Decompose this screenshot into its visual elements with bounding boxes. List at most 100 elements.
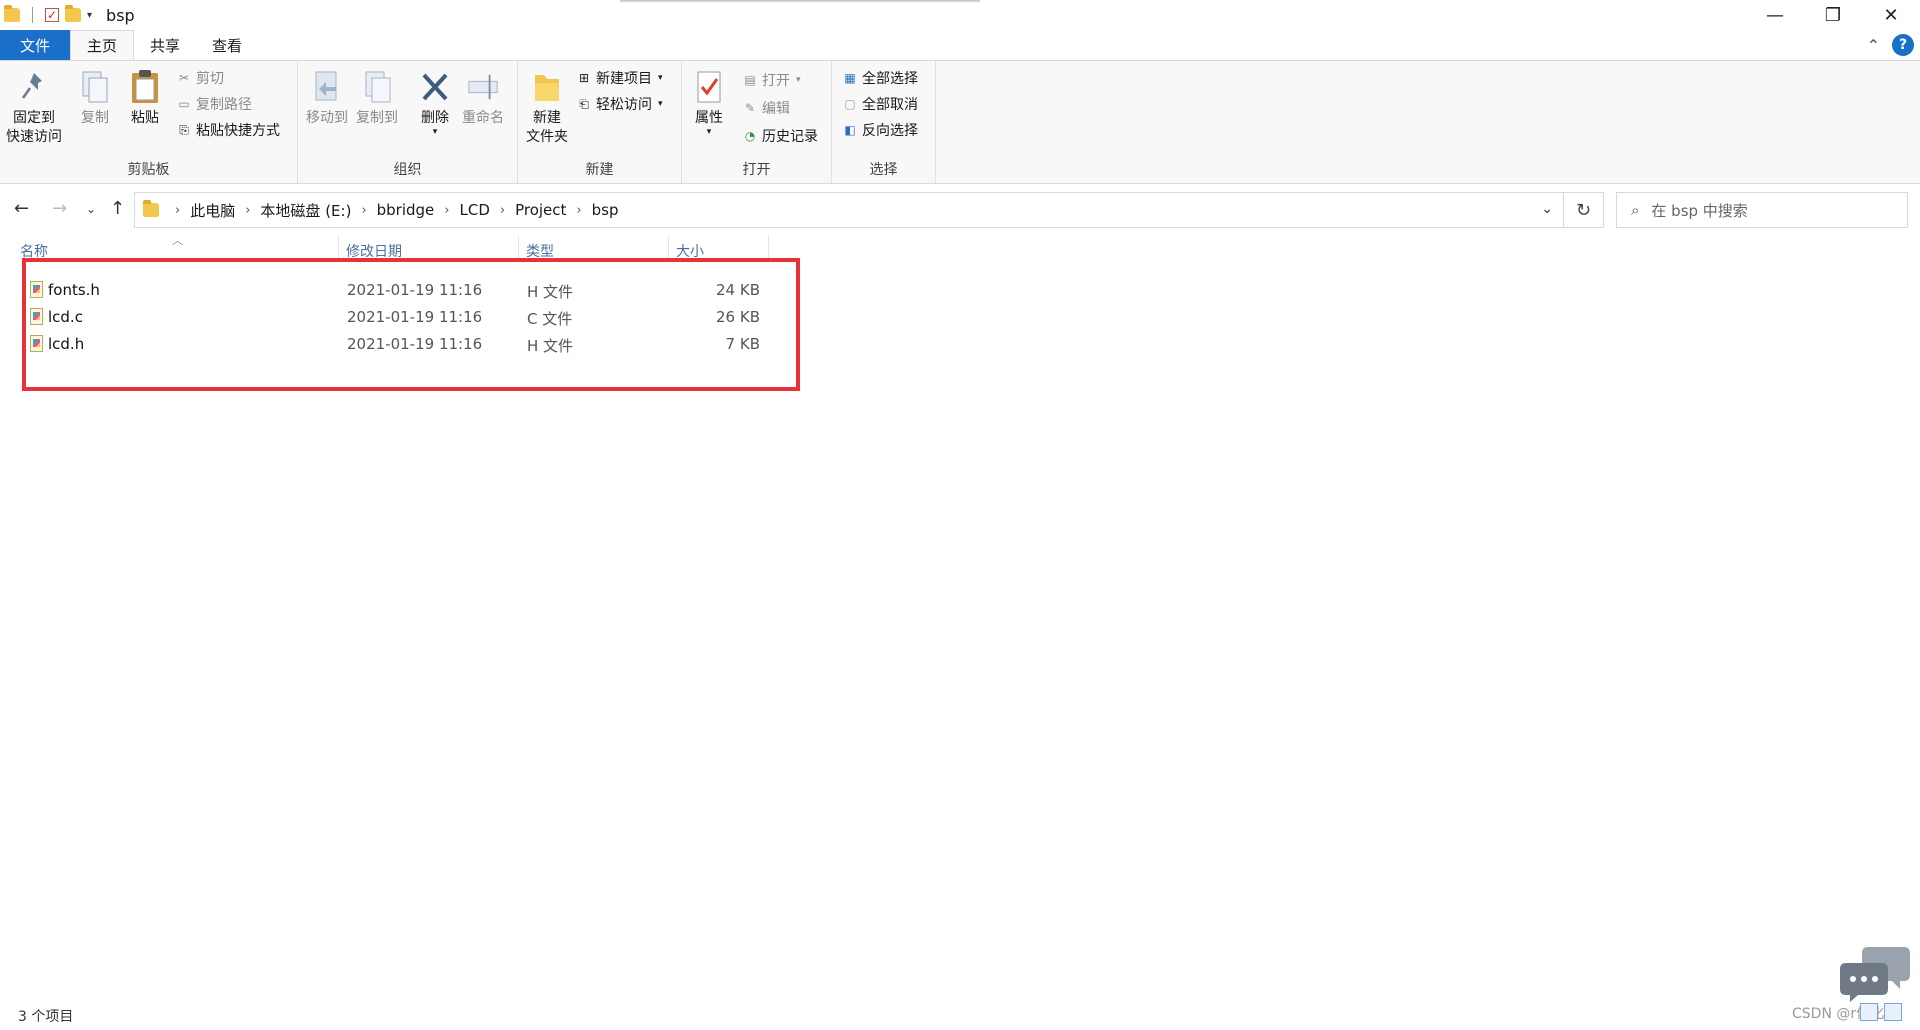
customize-quick-access-icon[interactable]: ▾ — [87, 10, 92, 21]
breadcrumb-bbridge[interactable]: bbridge — [377, 201, 435, 219]
breadcrumb-lcd[interactable]: LCD — [460, 201, 490, 219]
paste-shortcut-button[interactable]: ⎘ 粘贴快捷方式 — [176, 119, 280, 141]
easy-access-icon: ⎗ — [579, 96, 589, 111]
breadcrumb-bsp[interactable]: bsp — [592, 201, 619, 219]
new-item-dropdown-icon: ▾ — [658, 73, 663, 83]
paste-shortcut-icon: ⎘ — [179, 122, 189, 137]
easy-access-dropdown-icon: ▾ — [658, 99, 663, 109]
open-button[interactable]: ▤ 打开 ▾ — [742, 69, 801, 91]
collapse-ribbon-icon[interactable]: ⌃ — [1867, 36, 1880, 55]
breadcrumb-separator[interactable]: › — [245, 203, 250, 218]
properties-label: 属性 — [695, 110, 723, 126]
scissors-icon: ✂ — [178, 71, 190, 85]
tab-share[interactable]: 共享 — [134, 30, 196, 60]
pin-label-line2: 快速访问 — [6, 129, 62, 145]
restore-button[interactable]: ❐ — [1804, 0, 1862, 30]
tab-view[interactable]: 查看 — [196, 30, 258, 60]
forward-arrow-icon[interactable]: → — [52, 198, 67, 219]
breadcrumb-separator[interactable]: › — [444, 203, 449, 218]
refresh-button[interactable]: ↻ — [1564, 192, 1604, 228]
window-shadow — [620, 0, 980, 3]
address-bar[interactable]: › 此电脑 › 本地磁盘 (E:) › bbridge › LCD › Proj… — [134, 192, 1564, 228]
move-to-icon — [310, 69, 344, 105]
rename-label: 重命名 — [462, 110, 504, 126]
title-bar: ✓ ▾ bsp — ❐ ✕ — [0, 0, 1920, 30]
breadcrumb-this-pc[interactable]: 此电脑 — [190, 200, 235, 221]
invert-selection-button[interactable]: ◧ 反向选择 — [842, 119, 918, 141]
copy-path-button[interactable]: ▭ 复制路径 — [176, 93, 252, 115]
invert-selection-icon: ◧ — [844, 123, 856, 137]
pin-label-line1: 固定到 — [13, 110, 55, 126]
copy-icon — [78, 69, 112, 105]
rename-icon — [466, 69, 500, 105]
properties-dropdown-icon[interactable]: ▾ — [707, 128, 712, 137]
breadcrumb-separator[interactable]: › — [500, 203, 505, 218]
details-view-icon[interactable] — [1860, 1003, 1878, 1021]
chat-bubble-icon[interactable] — [1840, 945, 1912, 1003]
folder-icon — [4, 5, 20, 22]
paste-button[interactable]: 粘贴 — [128, 69, 162, 128]
minimize-button[interactable]: — — [1746, 0, 1804, 30]
delete-button[interactable]: 删除 ▾ — [418, 69, 452, 137]
paste-icon — [128, 69, 162, 105]
view-mode-switcher — [1860, 1003, 1902, 1021]
select-group: ▦ 全部选择 ▢ 全部取消 ◧ 反向选择 选择 — [832, 61, 936, 183]
clipboard-group: 固定到 快速访问 复制 粘贴 ✂ 剪切 ▭ 复制路径 ⎘ 粘贴快捷方式 剪贴板 — [0, 61, 298, 183]
breadcrumb-project[interactable]: Project — [515, 201, 566, 219]
back-arrow-icon[interactable]: ← — [14, 198, 29, 219]
search-icon: ⌕ — [1631, 201, 1640, 219]
open-dropdown-icon: ▾ — [796, 75, 801, 85]
ribbon: 固定到 快速访问 复制 粘贴 ✂ 剪切 ▭ 复制路径 ⎘ 粘贴快捷方式 剪贴板 — [0, 60, 1920, 184]
select-all-button[interactable]: ▦ 全部选择 — [842, 67, 918, 89]
invert-selection-label: 反向选择 — [862, 123, 918, 139]
properties-quick-icon[interactable]: ✓ — [45, 8, 59, 22]
edit-icon: ✎ — [744, 101, 756, 115]
select-none-button[interactable]: ▢ 全部取消 — [842, 93, 918, 115]
refresh-icon: ↻ — [1575, 199, 1592, 221]
breadcrumb-drive-e[interactable]: 本地磁盘 (E:) — [260, 200, 351, 221]
properties-button[interactable]: 属性 ▾ — [692, 69, 726, 137]
cut-button[interactable]: ✂ 剪切 — [176, 67, 224, 89]
copy-path-label: 复制路径 — [196, 97, 252, 113]
new-folder-quick-icon[interactable] — [65, 5, 81, 22]
large-icons-view-icon[interactable] — [1884, 1003, 1902, 1021]
history-button[interactable]: ◔ 历史记录 — [742, 125, 818, 147]
address-history-chevron-icon[interactable]: ⌄ — [1541, 201, 1553, 217]
copy-button[interactable]: 复制 — [78, 69, 112, 128]
new-folder-icon — [530, 69, 564, 105]
new-folder-button[interactable]: 新建 文件夹 — [526, 69, 568, 147]
toolbar-divider — [32, 7, 33, 23]
help-icon[interactable]: ? — [1892, 34, 1914, 56]
search-box[interactable]: ⌕ 在 bsp 中搜索 — [1616, 192, 1908, 228]
new-folder-label-line2: 文件夹 — [526, 129, 568, 145]
new-item-button[interactable]: ⊞ 新建项目 ▾ — [576, 67, 663, 89]
location-folder-icon — [143, 200, 159, 217]
select-all-label: 全部选择 — [862, 71, 918, 87]
tab-home[interactable]: 主页 — [70, 30, 135, 60]
select-none-label: 全部取消 — [862, 97, 918, 113]
pin-quick-access-button[interactable]: 固定到 快速访问 — [6, 69, 62, 147]
navigation-bar: ← → ⌄ ↑ › 此电脑 › 本地磁盘 (E:) › bbridge › LC… — [0, 190, 1920, 230]
pin-icon — [17, 69, 51, 105]
open-label: 打开 — [762, 73, 790, 89]
open-group: 属性 ▾ ▤ 打开 ▾ ✎ 编辑 ◔ 历史记录 打开 — [682, 61, 832, 183]
copy-to-button[interactable]: 复制到 — [356, 69, 398, 128]
properties-icon — [692, 69, 726, 105]
move-to-button[interactable]: 移动到 — [306, 69, 348, 128]
breadcrumb-separator[interactable]: › — [361, 203, 366, 218]
breadcrumb-separator[interactable]: › — [576, 203, 581, 218]
close-button[interactable]: ✕ — [1862, 0, 1920, 30]
move-to-label: 移动到 — [306, 110, 348, 126]
delete-label: 删除 — [421, 110, 449, 126]
highlight-annotation-box — [22, 258, 800, 391]
recent-locations-chevron-icon[interactable]: ⌄ — [86, 202, 96, 216]
up-arrow-icon[interactable]: ↑ — [110, 198, 125, 219]
paste-shortcut-label: 粘贴快捷方式 — [196, 123, 280, 139]
delete-dropdown-icon[interactable]: ▾ — [433, 128, 438, 137]
tab-file[interactable]: 文件 — [0, 30, 70, 60]
easy-access-button[interactable]: ⎗ 轻松访问 ▾ — [576, 93, 663, 115]
breadcrumb-separator[interactable]: › — [175, 203, 180, 218]
edit-button[interactable]: ✎ 编辑 — [742, 97, 790, 119]
rename-button[interactable]: 重命名 — [462, 69, 504, 128]
copy-to-icon — [360, 69, 394, 105]
